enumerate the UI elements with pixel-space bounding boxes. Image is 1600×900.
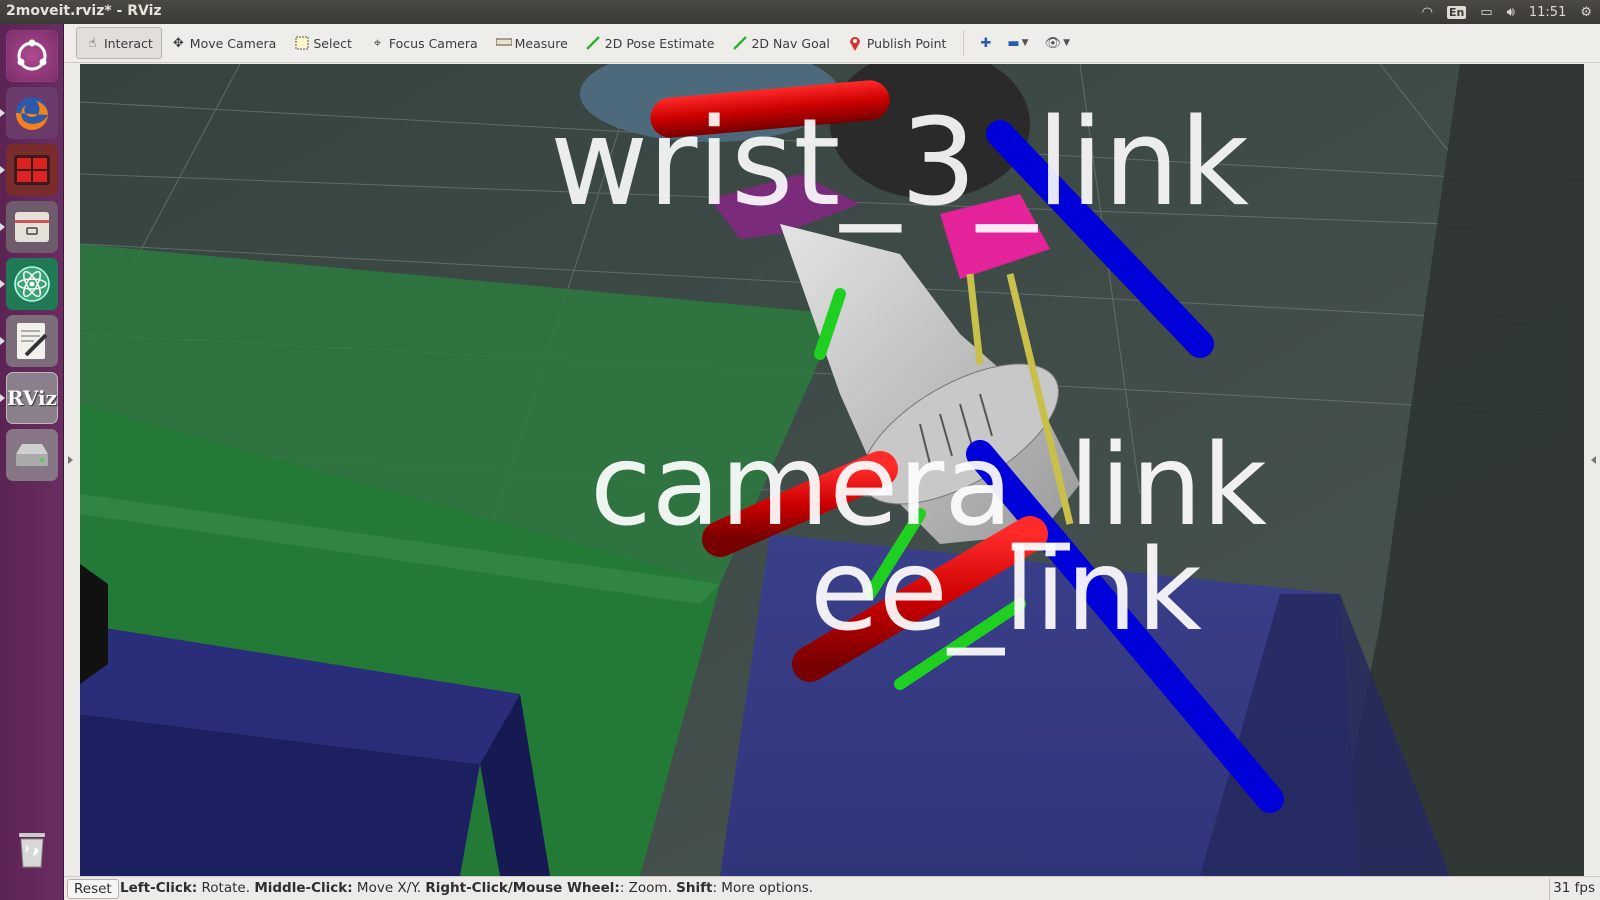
expand-right-arrow-icon[interactable] [1591,456,1596,464]
tools-toolbar: ☝ Interact ✥ Move Camera Select ⌖ Focus … [64,24,1600,63]
volume-icon[interactable]: 🔊︎ [1507,5,1515,20]
tool-measure[interactable]: Measure [487,27,577,59]
ubuntu-dash-icon[interactable] [6,30,58,82]
help-right-click-key: Right-Click/Mouse Wheel: [425,880,620,896]
measure-icon [495,36,513,51]
tool-2d-pose-estimate-label: 2D Pose Estimate [604,35,715,51]
help-middle-click-desc: Move X/Y. [352,880,426,896]
tool-focus-camera[interactable]: ⌖ Focus Camera [361,27,487,59]
tool-interact[interactable]: ☝ Interact [76,27,162,59]
workspace-switcher-icon[interactable] [6,144,58,196]
unity-launcher: RViz [0,24,64,900]
help-middle-click-key: Middle-Click: [254,880,353,896]
reset-button[interactable]: Reset [67,879,119,899]
tool-select[interactable]: Select [285,27,361,59]
disk-drive-icon[interactable] [6,429,58,481]
select-icon [294,36,309,51]
help-left-click-key: Left-Click: [120,880,198,896]
text-editor-icon[interactable] [6,315,58,367]
status-help-text: Left-Click: Rotate. Middle-Click: Move X… [120,880,813,896]
tool-publish-point-label: Publish Point [866,35,947,51]
settings-gear-icon[interactable]: ⚙ [1580,5,1592,20]
clock[interactable]: 11:51 [1529,5,1566,20]
move-camera-icon: ✥ [172,35,184,51]
rviz-window: ☝ Interact ✥ Move Camera Select ⌖ Focus … [64,24,1600,900]
atom-editor-icon[interactable] [6,258,58,310]
battery-icon[interactable]: ▭ [1480,5,1492,20]
rviz-app-icon[interactable]: RViz [6,372,58,424]
left-dock-splitter[interactable] [64,64,80,876]
add-tool-button[interactable]: ✚ [972,36,999,51]
tool-move-camera[interactable]: ✥ Move Camera [162,27,286,59]
help-shift-desc: : More options. [712,880,814,896]
wifi-icon[interactable]: ◠ [1422,5,1433,20]
map-pin-icon [848,36,863,51]
help-left-click-desc: Rotate. [197,880,255,896]
pose-estimate-icon [586,35,601,51]
top-panel: 2moveit.rviz* - RViz ◠ En ▭ 🔊︎ 11:51 ⚙ [0,0,1600,24]
tool-measure-label: Measure [514,35,568,51]
frame-label-wrist: wrist_3_link [550,94,1249,233]
remove-tool-button[interactable]: ▬ ▼ [999,36,1036,51]
tool-properties-button[interactable]: 👁︎ ▼ [1037,36,1078,51]
tool-2d-nav-goal-label: 2D Nav Goal [751,35,830,51]
black-wheel [80,564,108,684]
chevron-down-icon: ▼ [1021,38,1029,48]
files-icon[interactable] [6,201,58,253]
tool-publish-point[interactable]: Publish Point [839,27,956,59]
trash-icon[interactable] [6,822,58,874]
window-title: 2moveit.rviz* - RViz [6,3,162,19]
hand-icon: ☝ [88,35,97,51]
firefox-icon[interactable] [6,87,58,139]
keyboard-language-indicator[interactable]: En [1447,5,1467,19]
right-dock-splitter[interactable] [1584,64,1600,876]
tool-move-camera-label: Move Camera [189,35,277,51]
tool-2d-pose-estimate[interactable]: 2D Pose Estimate [577,27,724,59]
system-tray: ◠ En ▭ 🔊︎ 11:51 ⚙ [1422,2,1592,22]
help-shift-key: Shift [676,880,713,896]
minus-icon: ▬ [1007,35,1020,51]
frame-label-ee: ee_link [810,526,1202,656]
tool-2d-nav-goal[interactable]: 2D Nav Goal [723,27,838,59]
focus-camera-icon: ⌖ [373,35,382,51]
tool-focus-camera-label: Focus Camera [388,35,478,51]
help-right-click-desc: : Zoom. [619,880,677,896]
nav-goal-icon [732,35,747,51]
expand-left-arrow-icon[interactable] [68,456,73,464]
tool-select-label: Select [313,35,352,51]
scene-svg: wrist_3_link camera_link ee_link [80,64,1584,876]
plus-icon: ✚ [980,35,992,51]
3d-render-viewport[interactable]: wrist_3_link camera_link ee_link [80,64,1584,876]
toolbar-separator [963,30,965,56]
chevron-down-icon: ▼ [1063,38,1070,48]
eye-icon: 👁︎ [1044,35,1062,51]
fps-counter: 31 fps [1549,878,1598,900]
tool-interact-label: Interact [104,35,153,51]
status-bar: Reset Left-Click: Rotate. Middle-Click: … [64,876,1600,900]
